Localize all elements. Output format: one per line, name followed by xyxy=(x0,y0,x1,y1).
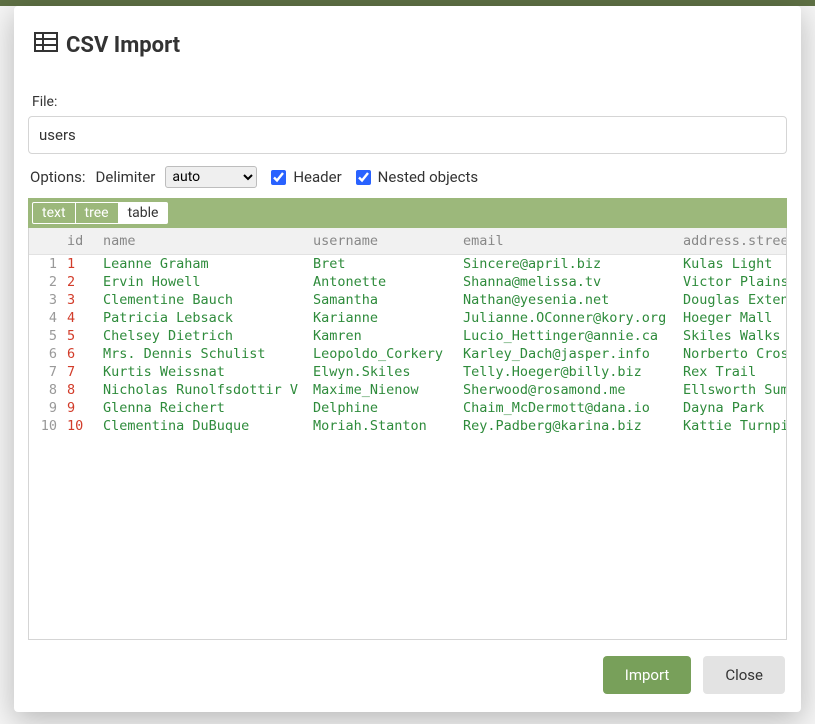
cell[interactable]: Ellsworth Summit xyxy=(679,381,787,399)
cell[interactable]: Leanne Graham xyxy=(99,255,309,273)
row-number: 3 xyxy=(29,291,63,309)
cell[interactable]: Patricia Lebsack xyxy=(99,309,309,327)
header-checkbox-label[interactable]: Header xyxy=(267,167,341,188)
cell[interactable]: Lucio_Hettinger@annie.ca xyxy=(459,327,679,345)
file-label: File: xyxy=(28,76,787,116)
cell[interactable]: Karianne xyxy=(309,309,459,327)
nested-checkbox[interactable] xyxy=(356,170,371,185)
cell[interactable]: 2 xyxy=(63,273,99,291)
delimiter-select[interactable]: auto,;\t| xyxy=(165,166,257,188)
row-number: 7 xyxy=(29,363,63,381)
column-header[interactable]: id xyxy=(63,228,99,255)
cell[interactable]: 4 xyxy=(63,309,99,327)
file-input[interactable] xyxy=(28,116,787,154)
cell[interactable]: Moriah.Stanton xyxy=(309,417,459,435)
cell[interactable]: Kattie Turnpike xyxy=(679,417,787,435)
cell[interactable]: Douglas Extension xyxy=(679,291,787,309)
cell[interactable]: Leopoldo_Corkery xyxy=(309,345,459,363)
cell[interactable]: 8 xyxy=(63,381,99,399)
row-number: 9 xyxy=(29,399,63,417)
row-number: 8 xyxy=(29,381,63,399)
import-button[interactable]: Import xyxy=(603,656,692,694)
cell[interactable]: Kulas Light xyxy=(679,255,787,273)
cell[interactable]: Ervin Howell xyxy=(99,273,309,291)
cell[interactable]: Julianne.OConner@kory.org xyxy=(459,309,679,327)
header-checkbox[interactable] xyxy=(271,170,286,185)
cell[interactable]: Clementina DuBuque xyxy=(99,417,309,435)
cell[interactable]: Shanna@melissa.tv xyxy=(459,273,679,291)
cell[interactable]: Antonette xyxy=(309,273,459,291)
header-text: Header xyxy=(293,168,341,186)
cell[interactable]: Dayna Park xyxy=(679,399,787,417)
row-number: 10 xyxy=(29,417,63,435)
delimiter-label: Delimiter xyxy=(96,168,156,186)
cell[interactable]: Elwyn.Skiles xyxy=(309,363,459,381)
nested-checkbox-label[interactable]: Nested objects xyxy=(352,167,478,188)
column-header[interactable]: address.street xyxy=(679,228,787,255)
row-number: 4 xyxy=(29,309,63,327)
cell[interactable]: Bret xyxy=(309,255,459,273)
cell[interactable]: Hoeger Mall xyxy=(679,309,787,327)
cell[interactable]: 3 xyxy=(63,291,99,309)
csv-import-modal: CSV Import File: Options: Delimiter auto… xyxy=(14,6,801,712)
cell[interactable]: 5 xyxy=(63,327,99,345)
cell[interactable]: 10 xyxy=(63,417,99,435)
modal-header: CSV Import xyxy=(14,6,801,68)
column-header[interactable]: username xyxy=(309,228,459,255)
cell[interactable]: Mrs. Dennis Schulist xyxy=(99,345,309,363)
cell[interactable]: Victor Plains xyxy=(679,273,787,291)
cell[interactable]: Glenna Reichert xyxy=(99,399,309,417)
cell[interactable]: Chaim_McDermott@dana.io xyxy=(459,399,679,417)
row-number: 6 xyxy=(29,345,63,363)
cell[interactable]: Nathan@yesenia.net xyxy=(459,291,679,309)
cell[interactable]: Kamren xyxy=(309,327,459,345)
cell[interactable]: Rey.Padberg@karina.biz xyxy=(459,417,679,435)
modal-title: CSV Import xyxy=(66,33,180,58)
cell[interactable]: Delphine xyxy=(309,399,459,417)
table-icon xyxy=(34,32,58,58)
cell[interactable]: Skiles Walks xyxy=(679,327,787,345)
cell[interactable]: Telly.Hoeger@billy.biz xyxy=(459,363,679,381)
close-button[interactable]: Close xyxy=(703,656,785,694)
cell[interactable]: Karley_Dach@jasper.info xyxy=(459,345,679,363)
cell[interactable]: Clementine Bauch xyxy=(99,291,309,309)
cell[interactable]: Sincere@april.biz xyxy=(459,255,679,273)
tab-tree[interactable]: tree xyxy=(75,202,119,224)
cell[interactable]: Samantha xyxy=(309,291,459,309)
cell[interactable]: 1 xyxy=(63,255,99,273)
modal-footer: Import Close xyxy=(14,640,801,712)
column-header[interactable]: email xyxy=(459,228,679,255)
cell[interactable]: Nicholas Runolfsdottir V xyxy=(99,381,309,399)
nested-text: Nested objects xyxy=(378,168,478,186)
cell[interactable]: 7 xyxy=(63,363,99,381)
cell[interactable]: Norberto Crossing xyxy=(679,345,787,363)
column-header[interactable]: name xyxy=(99,228,309,255)
row-number: 1 xyxy=(29,255,63,273)
cell[interactable]: 9 xyxy=(63,399,99,417)
cell[interactable]: Kurtis Weissnat xyxy=(99,363,309,381)
tab-table[interactable]: table xyxy=(118,202,169,224)
view-tabs: text tree table xyxy=(28,198,787,228)
row-number: 2 xyxy=(29,273,63,291)
cell[interactable]: Sherwood@rosamond.me xyxy=(459,381,679,399)
cell[interactable]: Rex Trail xyxy=(679,363,787,381)
tab-text[interactable]: text xyxy=(32,202,76,224)
cell[interactable]: 6 xyxy=(63,345,99,363)
cell[interactable]: Chelsey Dietrich xyxy=(99,327,309,345)
cell[interactable]: Maxime_Nienow xyxy=(309,381,459,399)
options-label: Options: xyxy=(30,168,86,186)
preview-grid[interactable]: idnameusernameemailaddress.street11Leann… xyxy=(28,228,787,640)
row-number: 5 xyxy=(29,327,63,345)
